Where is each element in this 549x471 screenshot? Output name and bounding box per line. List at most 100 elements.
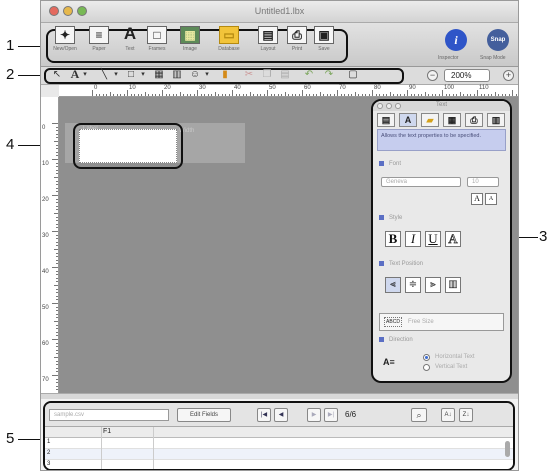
snap-mode-icon[interactable]: Snap [487,29,509,51]
image-button[interactable]: ▦ Image [177,26,203,60]
barcode-icon[interactable]: ▥ [171,69,183,80]
database-file-field[interactable]: sample.csv [49,409,169,421]
callout-2: 2 [6,66,15,83]
first-record-icon[interactable]: |◀ [257,408,271,422]
ruler-tick [52,123,58,124]
ruler-tick [330,94,331,96]
ruler-tick [56,274,58,276]
ruler-tick [56,227,58,229]
ruler-tick [134,94,135,96]
bold-icon[interactable]: B [385,231,401,247]
ruler-tick [291,94,293,96]
ruler-tick [340,94,342,96]
table-row[interactable]: 1 [45,438,513,449]
database-toolbar: sample.csv Edit Fields |◀ ◀ ▶ ▶| 6/6 ⌕ A… [45,403,513,427]
grow-font-icon[interactable]: A [471,193,483,205]
rectangle-icon[interactable]: □ [125,69,137,80]
line-icon[interactable]: ╲ [98,69,110,80]
save-button[interactable]: ▣ Save [311,26,337,60]
ruler-tick [403,94,405,96]
folder-tab-icon[interactable]: ▰ [421,113,439,127]
font-name-select[interactable]: Geneva [381,177,461,187]
callout-3: 3 [539,228,548,245]
sort-descending-icon[interactable]: Z↓ [459,408,473,422]
ruler-label: 0 [94,85,98,91]
redo-icon[interactable]: ↷ [323,69,335,80]
table-tab-icon[interactable]: ▥ [487,113,505,127]
cut-icon[interactable]: ✂ [243,69,255,80]
table-icon[interactable]: ▦ [153,69,165,80]
new-open-button[interactable]: ✦ New/Open [52,26,78,60]
paper-button[interactable]: ≡ Paper [86,26,112,60]
clipart-icon[interactable]: ☺ [189,69,201,80]
font-size-select[interactable]: 10 [467,177,499,187]
next-record-icon[interactable]: ▶ [307,408,321,422]
table-row[interactable]: 2 [45,449,513,460]
ruler-tick [56,270,58,272]
align-center-icon[interactable]: ≑ [405,277,421,293]
ruler-label: 60 [304,85,311,91]
ruler-tick [242,94,244,96]
outline-icon[interactable]: A [445,231,461,247]
ruler-label: 60 [42,341,49,347]
shrink-font-icon[interactable]: A [485,193,497,205]
zoom-in-icon[interactable]: + [503,70,514,81]
print-button[interactable]: ⎙ Print [284,26,310,60]
layout-object[interactable] [79,129,177,163]
ruler-tick [319,92,321,96]
save-label: Save [318,46,330,52]
database-button[interactable]: ▭ Database [216,26,242,60]
layout2-tab-icon[interactable]: ▦ [443,113,461,127]
justify-icon[interactable]: ▥ [445,277,461,293]
clipart-dropdown-icon[interactable]: ▾ [201,69,213,80]
text-button[interactable]: A Text [117,25,143,60]
sort-ascending-icon[interactable]: A↓ [441,408,455,422]
underline-icon[interactable]: U [425,231,441,247]
ruler-tick [54,357,58,358]
rectangle-dropdown-icon[interactable]: ▾ [137,69,149,80]
prev-record-icon[interactable]: ◀ [274,408,288,422]
ruler-tick [477,90,478,96]
italic-icon[interactable]: I [405,231,421,247]
line-dropdown-icon[interactable]: ▾ [110,69,122,80]
table-scrollbar[interactable] [505,441,510,457]
print-tab-icon[interactable]: ⎙ [465,113,483,127]
copy-icon[interactable]: ❐ [261,69,273,80]
table-header: F1 [45,427,513,438]
arrow-icon[interactable]: ↖ [51,69,63,80]
vertical-text-radio[interactable] [423,364,430,371]
last-record-icon[interactable]: ▶| [324,408,338,422]
layout-tab-icon[interactable]: ▤ [377,113,395,127]
book-icon[interactable]: ▮ [219,69,231,80]
search-icon[interactable]: ⌕ [411,408,427,422]
align-left-icon[interactable]: ⫷ [385,277,401,293]
table-row[interactable]: 3 [45,460,513,469]
ruler-tick [267,90,268,96]
info-icon[interactable]: i [445,29,467,51]
paste-icon[interactable]: ▤ [279,69,291,80]
text-tab-icon[interactable]: A [399,113,417,127]
text-dropdown-icon[interactable]: ▾ [79,69,91,80]
ruler-tick [56,137,58,139]
column-header-f1[interactable]: F1 [103,428,111,435]
ruler-tick [372,90,373,96]
frame-icon: □ [147,26,167,44]
horizontal-text-radio[interactable] [423,354,430,361]
align-right-icon[interactable]: ⫸ [425,277,441,293]
main-toolbar: ✦ New/Open ≡ Paper A Text □ Frames ▦ Ima… [41,23,518,67]
zoom-select[interactable]: 200% [444,69,490,82]
undo-icon[interactable]: ↶ [303,69,315,80]
ruler-tick [56,162,58,164]
free-size-field[interactable]: ABCD Free Size [379,313,504,331]
ruler-tick [56,256,58,258]
ruler-tick [56,306,58,308]
edit-fields-button[interactable]: Edit Fields [177,408,231,422]
grid-icon[interactable]: ▢ [347,69,359,80]
ruler-tick [56,317,58,319]
layout-button[interactable]: ▤ Layout [255,26,281,60]
ruler-tick [190,94,191,96]
ruler-tick [162,90,163,96]
zoom-out-icon[interactable]: − [427,70,438,81]
frames-button[interactable]: □ Frames [144,26,170,60]
callout-4: 4 [6,136,15,153]
